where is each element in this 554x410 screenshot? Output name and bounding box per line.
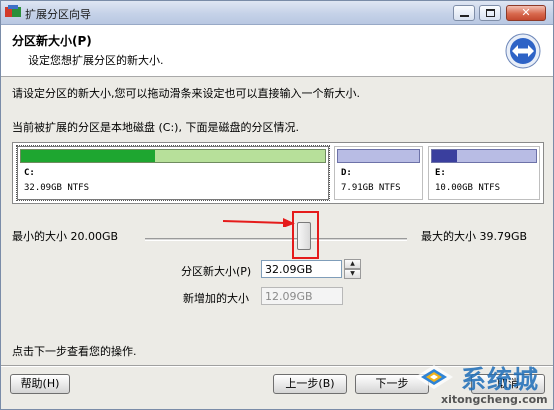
maximize-button[interactable] [479,5,501,21]
new-size-input[interactable]: 32.09GB [261,260,342,278]
title-bar[interactable]: 扩展分区向导 ✕ [1,1,553,25]
maximize-icon [486,9,495,17]
page-title: 分区新大小(P) [12,34,92,48]
watermark-url: xitongcheng.com [441,393,548,406]
partition-label: E: [435,168,446,178]
size-slider-track[interactable] [145,238,407,241]
footer-hint: 点击下一步查看您的操作. [12,345,137,358]
added-size-field: 12.09GB [261,287,343,305]
partition-label: D: [341,168,352,178]
new-size-label: 分区新大小(P) [181,265,252,278]
extend-partition-wizard-window: 扩展分区向导 ✕ 分区新大小(P) 设定您想扩展分区的新大小. 请设定分区的新大… [0,0,554,410]
partition-c-usage-bar [20,149,326,163]
partition-d-usage-bar [337,149,420,163]
instruction-line-2: 当前被扩展的分区是本地磁盘 (C:), 下面是磁盘的分区情况. [12,121,299,134]
app-icon [5,5,21,17]
usage-fill [21,150,155,162]
partition-c[interactable]: C: 32.09GB NTFS [16,145,330,201]
minimize-icon [460,15,469,17]
resize-arrows-icon [505,33,541,69]
added-size-label: 新增加的大小 [183,292,249,305]
back-button[interactable]: 上一步(B) [273,374,347,394]
instruction-line-1: 请设定分区的新大小,您可以拖动滑条来设定也可以直接输入一个新大小. [12,87,360,100]
partition-e[interactable]: E: 10.00GB NTFS [428,146,540,200]
disk-map: C: 32.09GB NTFS D: 7.91GB NTFS E: 10.00G… [12,142,544,204]
min-size-label: 最小的大小 20.00GB [12,230,119,243]
partition-e-usage-bar [431,149,537,163]
close-icon: ✕ [521,6,531,19]
partition-info: 7.91GB NTFS [341,183,401,193]
watermark-text: 系统城 [461,365,540,394]
minimize-button[interactable] [453,5,475,21]
watermark-logo-icon [415,365,453,389]
watermark: 系统城 xitongcheng.com [411,357,553,409]
spin-up-button[interactable]: ▲ [344,259,361,269]
close-button[interactable]: ✕ [506,5,546,21]
help-button[interactable]: 帮助(H) [10,374,70,394]
spin-down-button[interactable]: ▼ [344,269,361,279]
highlight-box [292,211,319,259]
new-size-spinner[interactable]: ▲ ▼ [344,259,361,279]
page-subtitle: 设定您想扩展分区的新大小. [28,54,164,67]
partition-info: 10.00GB NTFS [435,183,501,193]
wizard-header: 分区新大小(P) 设定您想扩展分区的新大小. [1,25,553,77]
red-arrow-icon [223,218,295,227]
partition-d[interactable]: D: 7.91GB NTFS [334,146,423,200]
max-size-label: 最大的大小 39.79GB [421,230,528,243]
usage-fill [432,150,457,162]
window-title: 扩展分区向导 [25,8,91,21]
partition-info: 32.09GB NTFS [24,183,90,193]
partition-label: C: [24,168,35,178]
